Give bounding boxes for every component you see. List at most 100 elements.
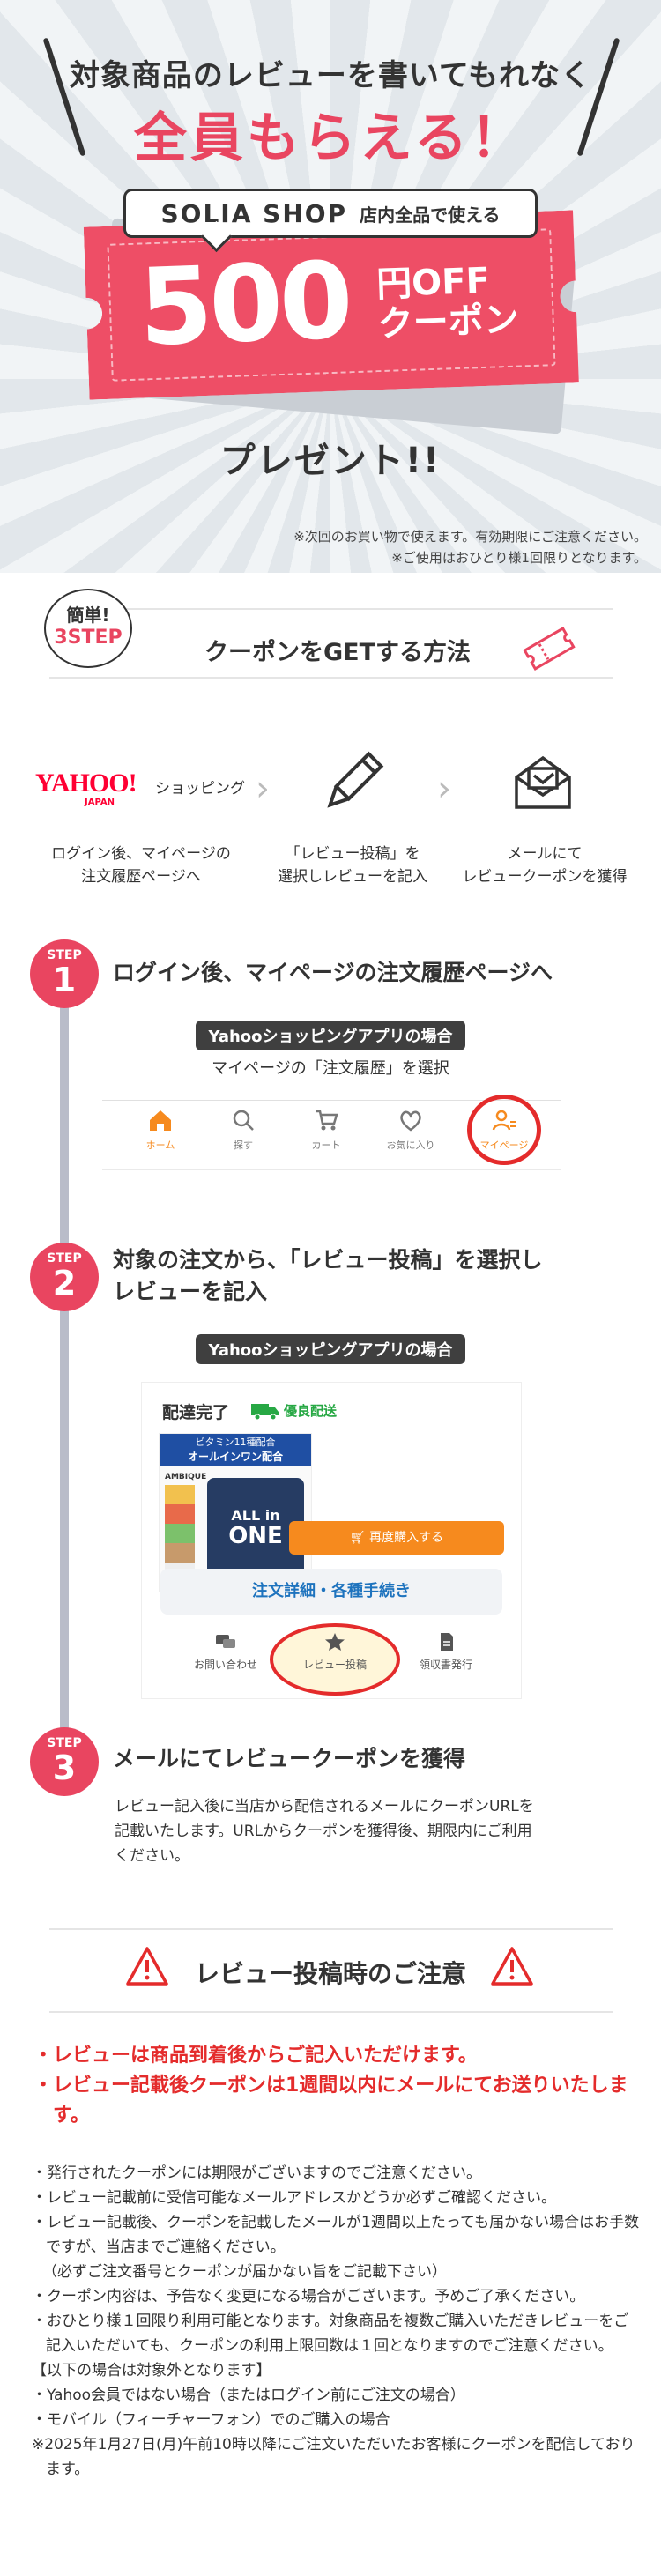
notice-title: レビュー投稿時のご注意 xyxy=(194,1959,466,1988)
rebuy-label: 再度購入する xyxy=(369,1531,444,1545)
tab-favorites[interactable]: お気に入り xyxy=(375,1108,446,1152)
flow-step3-label: メールにて レビュークーポンを獲得 xyxy=(439,843,650,888)
page: 対象商品のレビューを書いてもれなく 全員もらえる！ 500 円OFF クーポン … xyxy=(0,0,661,2576)
flow-step1-line2: 注文履歴ページへ xyxy=(81,868,201,886)
contact-action[interactable]: お問い合わせ xyxy=(173,1632,279,1672)
easy-3step-badge: 簡単! 3STEP xyxy=(44,589,132,668)
step3-line3: ください。 xyxy=(115,1847,189,1865)
hero-headline: 対象商品のレビューを書いてもれなく xyxy=(69,58,592,93)
review-action[interactable]: レビュー投稿 xyxy=(282,1632,388,1672)
flow-step1-label: ログイン後、マイページの 注文履歴ページへ xyxy=(35,843,247,888)
step1-title: ログイン後、マイページの注文履歴ページへ xyxy=(113,960,553,985)
note-line: ・発行されたクーポンには期限がございますのでご注意ください。 xyxy=(32,2164,481,2182)
step2-badge: STEP 2 xyxy=(30,1243,99,1311)
notes-list: ・発行されたクーポンには期限がございますのでご注意ください。 ・レビュー記載前に… xyxy=(32,2161,640,2482)
contact-label: お問い合わせ xyxy=(193,1659,257,1671)
hero-note-limit: ※ご使用はおひとり様1回限りとなります。 xyxy=(391,550,647,566)
note-line: ・クーポン内容は、予告なく変更になる場合がございます。予めご了承ください。 xyxy=(32,2288,585,2305)
tab-cart[interactable]: カート xyxy=(291,1108,361,1152)
important-note-1: ・レビューは商品到着後からご記入いただけます。 xyxy=(33,2045,478,2067)
step2-title-line2: レビューを記入 xyxy=(113,1279,268,1304)
notice-divider-bottom xyxy=(49,2011,613,2013)
step3-badge: STEP 3 xyxy=(30,1727,99,1796)
home-icon xyxy=(150,1110,171,1131)
tab-home[interactable]: ホーム xyxy=(125,1108,196,1152)
coupon-off-label: 円OFF xyxy=(375,260,491,306)
three-step-label: 3STEP xyxy=(54,627,123,649)
step2-app-label: Yahooショッピングアプリの場合 xyxy=(196,1334,465,1364)
flow-step2-line2: 選択しレビューを記入 xyxy=(278,868,427,886)
flow-step3-line1: メールにて xyxy=(507,845,583,863)
receipt-label: 領収書発行 xyxy=(419,1659,472,1671)
step1-app-label: Yahooショッピングアプリの場合 xyxy=(196,1021,465,1050)
flow-step3-line2: レビュークーポンを獲得 xyxy=(462,868,628,886)
step3-title: メールにてレビュークーポンを獲得 xyxy=(113,1746,466,1771)
step-timeline xyxy=(60,978,69,1754)
note-line: ・モバイル（フィーチャーフォン）でのご購入の場合 xyxy=(32,2411,390,2429)
product-brand: AMBIQUE xyxy=(165,1473,207,1481)
tab-cart-label: カート xyxy=(311,1140,341,1151)
step1-badge: STEP 1 xyxy=(30,939,99,1008)
review-label: レビュー投稿 xyxy=(302,1659,367,1671)
yahoo-logo: YAHOO! xyxy=(35,768,137,798)
note-line: 【以下の場合は対象外となります】 xyxy=(32,2362,271,2379)
note-line: （必ずご注文番号とクーポンが届かない旨をご記載下さい） xyxy=(42,2263,447,2281)
pencil-icon xyxy=(327,751,384,808)
product-banner-line1: ビタミン11種配合 xyxy=(195,1436,276,1448)
ticket-icon xyxy=(523,627,576,671)
step3-line2: 記載いたします。URLからクーポンを獲得後、期限内にご利用 xyxy=(115,1823,532,1840)
step1-number: 1 xyxy=(52,961,77,999)
coupon-type-label: クーポン xyxy=(377,299,520,345)
step3-number: 3 xyxy=(52,1748,77,1787)
important-note-2: ・レビュー記載後クーポンは1週間以内にメールにてお送りいたします。 xyxy=(33,2075,628,2127)
important-notes: ・レビューは商品到着後からご記入いただけます。 ・レビュー記載後クーポンは1週間… xyxy=(33,2041,633,2131)
product-banner-line2: オールインワン配合 xyxy=(187,1451,283,1463)
note-line: ・おひとり様１回限り利用可能となります。対象商品を複数ご購入いただきレビューをご… xyxy=(32,2312,629,2355)
tab-search[interactable]: 探す xyxy=(208,1108,279,1152)
product-ingredients xyxy=(165,1485,195,1582)
search-icon xyxy=(233,1110,254,1131)
chevron-right-icon: › xyxy=(256,768,270,809)
delivered-status: 配達完了 xyxy=(162,1403,230,1422)
step2-title-line1: 対象の注文から、「レビュー投稿」を選択し xyxy=(113,1247,543,1273)
rebuy-button[interactable]: 🛒︎ 再度購入する xyxy=(289,1521,504,1555)
order-detail-button[interactable]: 注文詳細・各種手続き xyxy=(160,1569,502,1615)
shop-logo: SOLIA SHOP xyxy=(160,198,348,228)
cart-icon: 🛒︎ xyxy=(349,1531,366,1545)
mail-icon xyxy=(515,755,571,809)
step1-instruction: マイページの「注文履歴」を選択 xyxy=(212,1059,449,1078)
tab-search-label: 探す xyxy=(234,1140,253,1151)
step2-number: 2 xyxy=(52,1264,77,1303)
step2-title: 対象の注文から、「レビュー投稿」を選択し レビューを記入 xyxy=(113,1244,543,1308)
receipt-icon xyxy=(441,1633,453,1651)
hero-highlight: 全員もらえる！ xyxy=(133,108,528,169)
premium-delivery-badge: 優良配送 xyxy=(284,1403,338,1419)
tab-favorites-label: お気に入り xyxy=(386,1140,435,1151)
note-line: ・レビュー記載後、クーポンを記載したメールが1週間以上たっても届かない場合はお手… xyxy=(32,2214,640,2256)
yahoo-shopping-text: ショッピング xyxy=(155,780,245,798)
flow-step2-label: 「レビュー投稿」を 選択しレビューを記入 xyxy=(247,843,458,888)
shop-bubble: SOLIA SHOP 店内全品で使える xyxy=(123,189,538,238)
coupon-ticket: 500 円OFF クーポン xyxy=(83,210,580,400)
chevron-right-icon: › xyxy=(437,768,451,809)
product-banner: ビタミン11種配合 オールインワン配合 xyxy=(160,1434,311,1466)
step3-line1: レビュー記入後に当店から配信されるメールにクーポンURLを xyxy=(115,1798,534,1815)
coupon-amount: 500 xyxy=(137,240,352,370)
hero-banner: 対象商品のレビューを書いてもれなく 全員もらえる！ 500 円OFF クーポン … xyxy=(0,0,661,573)
heart-icon xyxy=(400,1110,421,1132)
receipt-action[interactable]: 領収書発行 xyxy=(393,1632,499,1672)
star-icon xyxy=(325,1633,345,1651)
shop-subtitle: 店内全品で使える xyxy=(360,204,501,226)
note-line: ※2025年1月27日(月)午前10時以降にご注文いただいたお客様にクーポンを配… xyxy=(32,2436,635,2478)
yahoo-japan-text: JAPAN xyxy=(85,798,115,807)
easy-label: 簡単! xyxy=(66,605,110,626)
notice-divider-top xyxy=(49,1928,613,1930)
mypage-highlight-ring xyxy=(467,1095,541,1165)
flow-step2-line1: 「レビュー投稿」を xyxy=(285,845,420,863)
truck-icon xyxy=(251,1404,279,1421)
product-thumbnail[interactable]: ビタミン11種配合 オールインワン配合 AMBIQUE ALL in ONE xyxy=(159,1433,312,1592)
howto-title: クーポンをGETする方法 xyxy=(204,639,472,666)
step3-description: レビュー記入後に当店から配信されるメールにクーポンURLを 記載いたします。UR… xyxy=(115,1794,608,1868)
hero-note-expiry: ※次回のお買い物で使えます。有効期限にご注意ください。 xyxy=(293,529,647,545)
warning-icon xyxy=(491,1947,533,1986)
